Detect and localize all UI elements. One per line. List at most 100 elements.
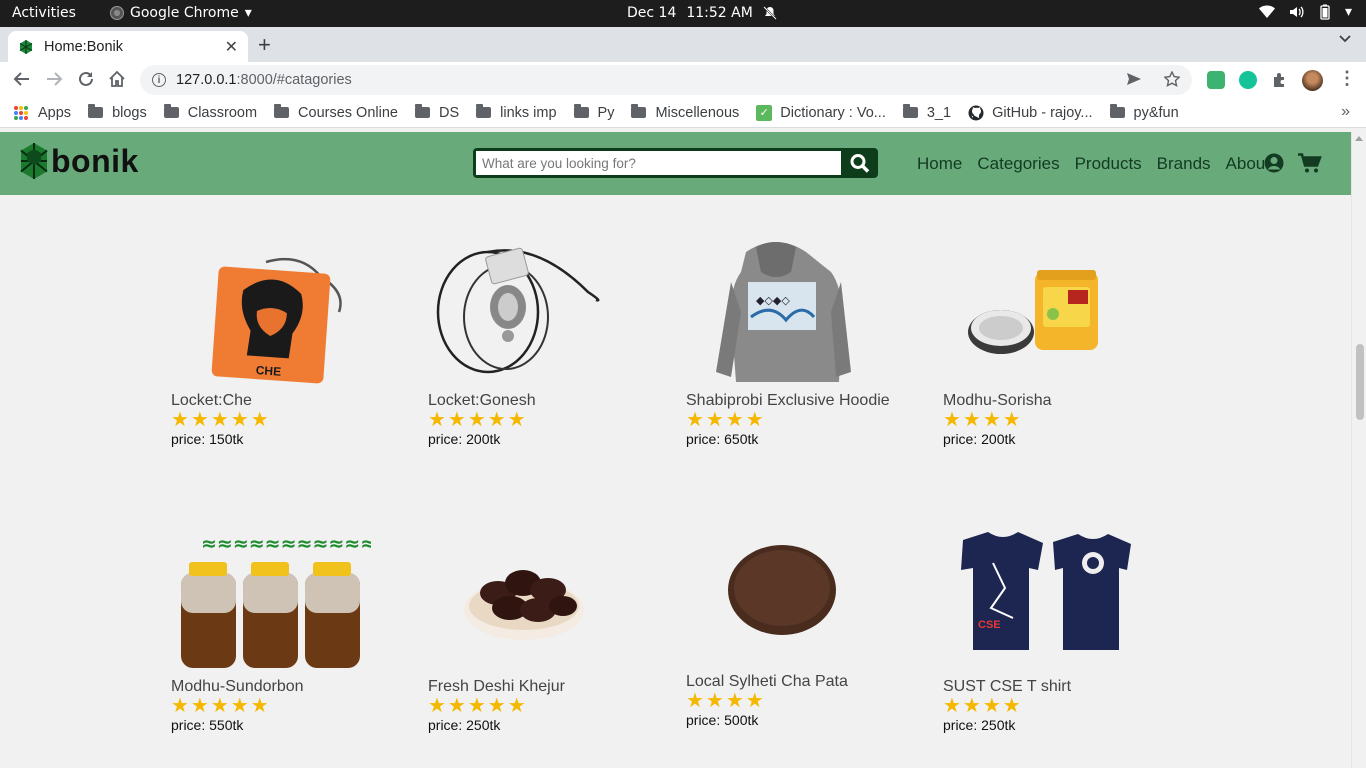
product-card[interactable]: CHE Locket:Che ★★★★★ price: 150tk <box>171 232 411 447</box>
product-name[interactable]: Locket:Gonesh <box>428 392 668 410</box>
product-image[interactable]: ≈≈≈≈≈≈≈≈≈≈≈ <box>171 518 376 678</box>
tab-strip: Home:Bonik ✕ + <box>0 27 1366 62</box>
app-menu[interactable]: Google Chrome ▾ <box>110 5 252 21</box>
clock[interactable]: Dec 14 11:52 AM <box>627 5 777 21</box>
extensions-puzzle-icon[interactable] <box>1271 71 1289 89</box>
folder-icon <box>274 104 290 118</box>
nav-categories[interactable]: Categories <box>977 154 1059 174</box>
product-name[interactable]: Modhu-Sorisha <box>943 392 1183 410</box>
product-name[interactable]: Locket:Che <box>171 392 411 410</box>
shopping-cart-icon[interactable] <box>1298 153 1322 173</box>
product-price: price: 250tk <box>943 717 1016 733</box>
folder-icon <box>902 104 918 118</box>
product-price: price: 200tk <box>943 431 1016 447</box>
date-label: Dec 14 <box>627 5 677 21</box>
bookmark-folder-courses-online[interactable]: Courses Online <box>274 104 398 121</box>
nav-products[interactable]: Products <box>1075 154 1142 174</box>
reload-icon[interactable] <box>77 70 95 88</box>
bookmark-folder-ds[interactable]: DS <box>414 104 459 121</box>
bookmark-label: Miscellenous <box>655 104 740 121</box>
product-card[interactable]: ◆◇◆◇ Shabiprobi Exclusive Hoodie ★★★★ pr… <box>686 232 926 447</box>
scroll-up-arrow-icon[interactable] <box>1355 136 1363 141</box>
page-scrollbar[interactable] <box>1351 132 1366 768</box>
time-label: 11:52 AM <box>686 5 753 21</box>
product-image[interactable]: CSE <box>943 518 1143 678</box>
product-card[interactable]: CSE SUST CSE T shirt ★★★★ price: 250tk <box>943 518 1183 733</box>
folder-icon <box>88 104 104 118</box>
bookmark-label: Apps <box>38 104 72 121</box>
scrollbar-thumb[interactable] <box>1356 344 1364 420</box>
product-image[interactable] <box>686 518 886 673</box>
folder-icon <box>573 104 589 118</box>
rating-stars: ★★★★ <box>943 409 1023 431</box>
product-card[interactable]: Modhu-Sorisha ★★★★ price: 200tk <box>943 232 1183 447</box>
product-name[interactable]: SUST CSE T shirt <box>943 678 1183 696</box>
send-tab-icon[interactable] <box>1126 71 1142 87</box>
product-price: price: 200tk <box>428 431 501 447</box>
product-price: price: 150tk <box>171 431 244 447</box>
bonik-logo[interactable]: bonik <box>19 141 139 181</box>
chrome-menu-icon[interactable]: ⋮ <box>1338 68 1356 89</box>
home-icon[interactable] <box>108 70 126 88</box>
bookmark-folder-3-1[interactable]: 3_1 <box>902 104 951 121</box>
bookmark-folder-py-fun[interactable]: py&fun <box>1109 104 1179 121</box>
grammarly-icon[interactable] <box>1239 71 1257 89</box>
more-bookmarks-icon[interactable]: » <box>1341 103 1350 121</box>
tab-home-bonik[interactable]: Home:Bonik ✕ <box>8 31 248 62</box>
bookmark-label: Py <box>597 104 615 121</box>
product-name[interactable]: Modhu-Sundorbon <box>171 678 411 696</box>
product-name[interactable]: Shabiprobi Exclusive Hoodie <box>686 392 926 410</box>
bookmark-folder-py[interactable]: Py <box>573 104 615 121</box>
address-bar[interactable]: i 127.0.0.1:8000/#catagories <box>140 65 1192 95</box>
bookmark-github[interactable]: GitHub - rajoy... <box>968 105 1093 121</box>
logo-wordmark: bonik <box>51 142 139 179</box>
product-image[interactable]: ◆◇◆◇ <box>686 232 886 392</box>
folder-icon <box>414 104 430 118</box>
product-image[interactable] <box>428 518 628 678</box>
tab-search-chevron-icon[interactable] <box>1338 34 1352 44</box>
bookmark-dictionary[interactable]: ✓ Dictionary : Vo... <box>756 104 886 121</box>
product-card[interactable]: Locket:Gonesh ★★★★★ price: 200tk <box>428 232 668 447</box>
extension-mail-icon[interactable] <box>1207 71 1225 89</box>
product-card[interactable]: Local Sylheti Cha Pata ★★★★ price: 500tk <box>686 518 926 728</box>
bookmark-label: blogs <box>112 104 147 121</box>
github-icon <box>968 105 984 120</box>
site-info-icon[interactable]: i <box>152 73 166 87</box>
bookmark-folder-links-imp[interactable]: links imp <box>476 104 557 121</box>
folder-icon <box>476 104 492 118</box>
app-name: Google Chrome <box>130 5 239 21</box>
product-card[interactable]: ≈≈≈≈≈≈≈≈≈≈≈ Modhu-Sundorbon ★★★★★ price:… <box>171 518 411 733</box>
rating-stars: ★★★★★ <box>428 695 528 717</box>
site-search-input[interactable] <box>476 151 841 175</box>
bookmark-star-icon[interactable] <box>1164 71 1180 87</box>
new-tab-button[interactable]: + <box>258 32 271 58</box>
product-name[interactable]: Fresh Deshi Khejur <box>428 678 668 696</box>
site-nav-links: Home Categories Products Brands About <box>917 154 1285 174</box>
apps-grid-icon <box>14 105 28 120</box>
nav-brands[interactable]: Brands <box>1157 154 1211 174</box>
folder-icon <box>1109 104 1125 118</box>
rating-stars: ★★★★★ <box>428 409 528 431</box>
check-icon: ✓ <box>756 104 773 121</box>
product-name[interactable]: Local Sylheti Cha Pata <box>686 673 926 691</box>
bookmark-folder-blogs[interactable]: blogs <box>88 104 147 121</box>
forward-icon[interactable] <box>45 70 63 88</box>
system-tray[interactable]: ▾ <box>1258 4 1352 20</box>
product-image[interactable]: CHE <box>171 232 371 392</box>
bookmark-apps[interactable]: Apps <box>14 105 71 121</box>
activities-button[interactable]: Activities <box>12 5 76 21</box>
nav-home[interactable]: Home <box>917 154 962 174</box>
bookmark-folder-miscellenous[interactable]: Miscellenous <box>631 104 740 121</box>
bookmark-folder-classroom[interactable]: Classroom <box>163 104 257 121</box>
profile-avatar[interactable] <box>1302 70 1323 91</box>
product-card[interactable]: Fresh Deshi Khejur ★★★★★ price: 250tk <box>428 518 668 733</box>
user-account-icon[interactable] <box>1264 153 1284 173</box>
bookmark-label: py&fun <box>1133 104 1179 121</box>
back-icon[interactable] <box>13 70 31 88</box>
bonik-favicon-icon <box>19 39 33 54</box>
close-tab-icon[interactable]: ✕ <box>225 37 238 57</box>
product-image[interactable] <box>428 232 628 392</box>
svg-text:CSE: CSE <box>978 619 1001 631</box>
search-icon[interactable] <box>848 153 872 173</box>
product-image[interactable] <box>943 232 1143 392</box>
